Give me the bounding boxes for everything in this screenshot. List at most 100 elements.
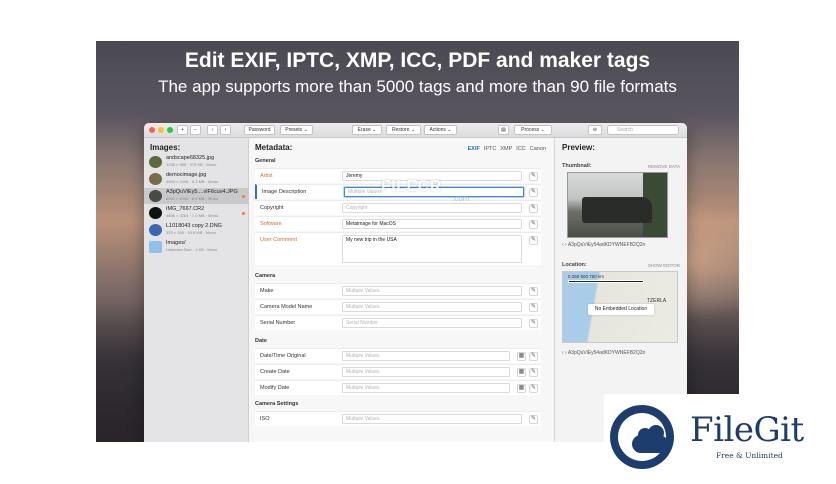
edit-pencil-icon[interactable]: ✎ bbox=[529, 188, 538, 197]
remove-data-link[interactable]: REMOVE DATA bbox=[648, 164, 680, 169]
forward-button[interactable]: › bbox=[220, 125, 231, 135]
section-date: Date bbox=[255, 338, 267, 344]
metadata-value-field[interactable]: Multiple Values bbox=[342, 351, 510, 361]
image-list-item[interactable]: L1018043 copy 2.DNG 333 × 345 · 10.8 MB ·… bbox=[144, 222, 249, 238]
metadata-value-field[interactable]: Multiple Values bbox=[342, 414, 522, 424]
metadata-row: Software Metaimage for MacOS ✎ bbox=[255, 216, 541, 231]
filecr-watermark-domain: .com bbox=[452, 194, 470, 203]
metadata-label: Software bbox=[260, 221, 282, 227]
restore-menu[interactable]: Restore ⌄ bbox=[386, 125, 421, 135]
edit-pencil-icon[interactable]: ✎ bbox=[529, 287, 538, 296]
modified-dot bbox=[242, 195, 245, 198]
tab-icc[interactable]: ICC bbox=[516, 146, 525, 152]
edit-pencil-icon[interactable]: ✎ bbox=[529, 220, 538, 229]
filecr-watermark: FILECR bbox=[381, 178, 442, 195]
image-name: A3pQuViEy5....vlF6cuv4.JPG bbox=[166, 189, 238, 195]
metadata-value-field[interactable]: Multiple Values bbox=[342, 302, 522, 312]
sidebar-toggle-icon[interactable]: ▤ bbox=[498, 125, 509, 135]
image-meta: 4963 × 2426 · 5.3 MB · Mono bbox=[166, 179, 219, 184]
metadata-title: Metadata: bbox=[255, 143, 293, 152]
close-window-button[interactable] bbox=[149, 127, 155, 133]
image-meta: 1238 × 986 · 375 KB · Mono bbox=[166, 162, 217, 167]
metadata-label: Modify Date bbox=[260, 385, 290, 391]
map-scale-labels: 0 250 500 750 km bbox=[568, 274, 605, 279]
image-meta: 4896 × 3264 · 7.0 MB · Mono bbox=[166, 213, 219, 218]
image-meta: 333 × 345 · 10.8 MB · Mono bbox=[166, 230, 216, 235]
edit-pencil-icon[interactable]: ✎ bbox=[529, 384, 538, 393]
metadata-value-field[interactable]: Copyright bbox=[342, 203, 522, 213]
image-thumbnail bbox=[149, 173, 162, 185]
map-scale-bar bbox=[568, 280, 644, 283]
metadata-label: ISO bbox=[260, 416, 270, 422]
image-thumbnail bbox=[149, 190, 162, 202]
metadata-value-field[interactable]: My new trip in the USA bbox=[342, 235, 522, 263]
tab-xmp[interactable]: XMP bbox=[500, 146, 512, 152]
image-name: Images/ bbox=[166, 240, 186, 246]
edit-pencil-icon[interactable]: ✎ bbox=[529, 303, 538, 312]
metadata-value-field[interactable]: Multiple Values bbox=[342, 367, 510, 377]
image-list-item[interactable]: IMG_7667.CR2 4896 × 3264 · 7.0 MB · Mono bbox=[144, 205, 249, 221]
image-meta: Unknown Size · 1 KB · Mono bbox=[166, 247, 218, 252]
metadata-value-field[interactable]: Multiple Values bbox=[342, 383, 510, 393]
minimize-window-button[interactable] bbox=[158, 127, 164, 133]
tab-iptc[interactable]: IPTC bbox=[484, 146, 497, 152]
metadata-row: Make Multiple Values ✎ bbox=[255, 283, 541, 298]
show-editor-link[interactable]: SHOW EDITOR bbox=[648, 263, 680, 268]
actions-menu[interactable]: Actions ⌄ bbox=[424, 125, 457, 135]
metadata-label: Make bbox=[260, 288, 274, 294]
back-button[interactable]: ‹ bbox=[207, 125, 218, 135]
edit-pencil-icon[interactable]: ✎ bbox=[529, 415, 538, 424]
edit-pencil-icon[interactable]: ✎ bbox=[529, 236, 538, 245]
metadata-row: Modify Date Multiple Values ✎ ▦ bbox=[255, 380, 541, 395]
metadata-row: Copyright Copyright ✎ bbox=[255, 200, 541, 215]
edit-pencil-icon[interactable]: ✎ bbox=[529, 172, 538, 181]
modified-dot bbox=[242, 212, 245, 215]
filegit-watermark: FileGit Free & Unlimited bbox=[604, 394, 836, 484]
search-input[interactable]: Search bbox=[607, 125, 679, 135]
image-list-item[interactable]: Images/Unknown Size · 1 KB · Mono bbox=[144, 239, 249, 255]
section-camera-settings: Camera Settings bbox=[255, 401, 299, 407]
presets-menu[interactable]: Presets ⌄ bbox=[280, 125, 313, 135]
calendar-icon[interactable]: ▦ bbox=[517, 368, 526, 377]
image-list-item[interactable]: A3pQuViEy5....vlF6cuv4.JPG 6000 × 4000 · … bbox=[144, 188, 249, 204]
edit-pencil-icon[interactable]: ✎ bbox=[529, 368, 538, 377]
metadata-label: Create Date bbox=[260, 369, 290, 375]
calendar-icon[interactable]: ▦ bbox=[517, 352, 526, 361]
image-meta: 6000 × 4000 · 8.9 MB · Mono bbox=[166, 196, 219, 201]
tab-canon[interactable]: Canon bbox=[530, 146, 546, 152]
erase-menu[interactable]: Erase ⌄ bbox=[352, 125, 382, 135]
location-map[interactable]: 0 250 500 750 km TZERLA No Embedded Loca… bbox=[562, 271, 678, 343]
edit-pencil-icon[interactable]: ✎ bbox=[529, 204, 538, 213]
zoom-window-button[interactable] bbox=[167, 127, 173, 133]
location-navigation[interactable]: ‹ › A3pQuViEy54adKDYWNEFB2Q2n bbox=[562, 350, 645, 356]
metadata-row: Date/Time Original Multiple Values ✎ ▦ bbox=[255, 348, 541, 363]
image-thumbnail bbox=[149, 156, 162, 168]
toolbar: + − ‹ › Password Presets ⌄ Erase ⌄ Resto… bbox=[144, 123, 687, 138]
remove-image-button[interactable]: − bbox=[190, 125, 201, 135]
filegit-name: FileGit bbox=[690, 410, 804, 450]
add-image-button[interactable]: + bbox=[177, 125, 188, 135]
share-icon[interactable]: ⊖ bbox=[588, 125, 602, 135]
image-name: L1018043 copy 2.DNG bbox=[166, 223, 222, 229]
password-button[interactable]: Password bbox=[244, 125, 275, 135]
metadata-value-field[interactable]: Serial Number bbox=[342, 318, 522, 328]
metadata-label: Serial Number bbox=[260, 320, 296, 326]
metadata-label: Date/Time Original bbox=[260, 353, 306, 359]
edit-pencil-icon[interactable]: ✎ bbox=[529, 352, 538, 361]
edit-pencil-icon[interactable]: ✎ bbox=[529, 319, 538, 328]
image-list-item[interactable]: andscape68325.jpg 1238 × 986 · 375 KB · M… bbox=[144, 154, 249, 170]
filegit-logo-icon bbox=[610, 405, 674, 469]
thumbnail-image bbox=[567, 172, 668, 238]
thumbnail-navigation[interactable]: ‹ › A3pQuViEy54adKDYWNEFB2Q2n bbox=[562, 242, 645, 248]
metadata-value-field[interactable]: Metaimage for MacOS bbox=[342, 219, 522, 229]
metadata-label: Camera Model Name bbox=[260, 304, 313, 310]
process-menu[interactable]: Process ⌄ bbox=[514, 125, 552, 135]
metadata-value-field[interactable]: Multiple Values bbox=[342, 286, 522, 296]
tab-exif[interactable]: EXIF bbox=[468, 146, 480, 152]
marketing-background: Edit EXIF, IPTC, XMP, ICC, PDF and maker… bbox=[96, 41, 739, 442]
image-list-item[interactable]: democimage.jpg 4963 × 2426 · 5.3 MB · Mon… bbox=[144, 171, 249, 187]
location-label: Location: bbox=[562, 262, 587, 268]
calendar-icon[interactable]: ▦ bbox=[517, 384, 526, 393]
image-name: democimage.jpg bbox=[166, 172, 207, 178]
image-thumbnail bbox=[149, 224, 162, 236]
